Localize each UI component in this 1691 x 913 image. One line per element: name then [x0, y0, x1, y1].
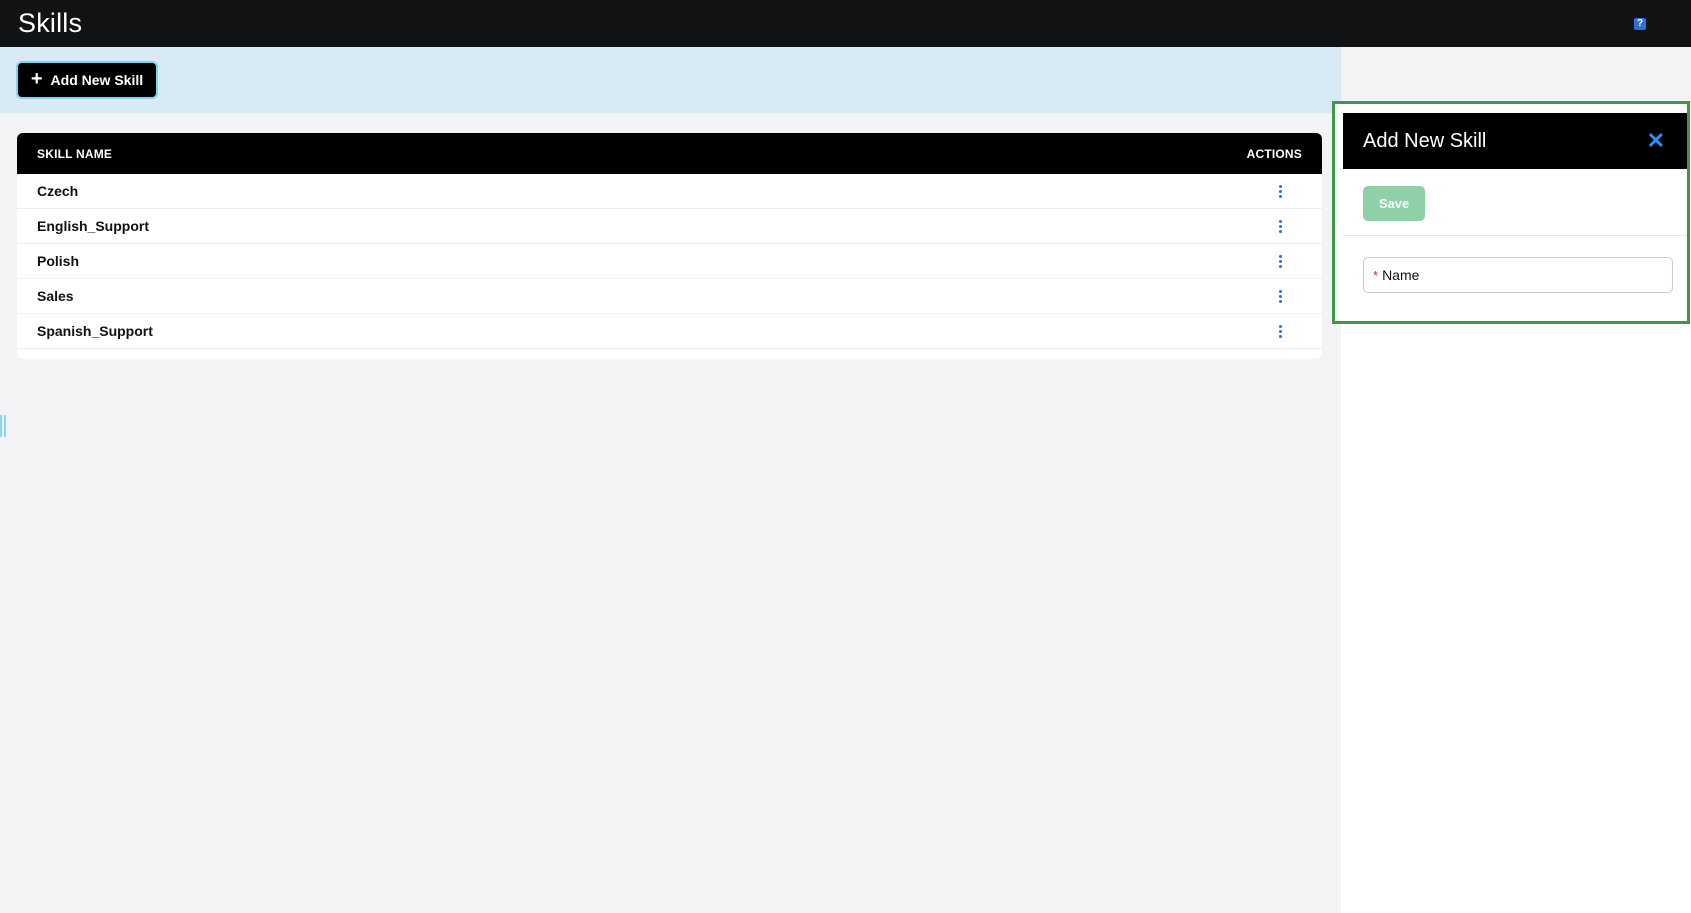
divider [1343, 235, 1687, 236]
add-skill-panel: Add New Skill ✕ Save * Name [1332, 101, 1690, 324]
row-actions-icon[interactable] [1270, 286, 1290, 306]
skill-name: Polish [37, 253, 80, 269]
table-header: SKILL NAME ACTIONS [17, 133, 1322, 174]
skill-name: Spanish_Support [37, 323, 153, 339]
close-icon[interactable]: ✕ [1647, 130, 1665, 152]
column-actions: ACTIONS [1246, 146, 1302, 161]
row-actions-icon[interactable] [1270, 251, 1290, 271]
help-icon[interactable]: ? [1634, 17, 1646, 30]
required-indicator: * [1373, 267, 1379, 283]
toolbar: + Add New Skill [0, 47, 1341, 113]
table-row[interactable]: Sales [17, 279, 1322, 314]
column-skill-name[interactable]: SKILL NAME [37, 147, 112, 161]
panel-header: Add New Skill ✕ [1343, 113, 1687, 169]
row-actions-icon[interactable] [1270, 181, 1290, 201]
panel-title: Add New Skill [1363, 129, 1487, 152]
skill-name: Czech [37, 183, 79, 199]
table-row[interactable]: Spanish_Support [17, 314, 1322, 349]
row-actions-icon[interactable] [1270, 216, 1290, 236]
table-row[interactable]: English_Support [17, 209, 1322, 244]
name-field-label: Name [1382, 267, 1420, 283]
table-row[interactable]: Polish [17, 244, 1322, 279]
skills-table: SKILL NAME ACTIONS Czech English_Support… [17, 133, 1322, 359]
row-actions-icon[interactable] [1270, 321, 1290, 341]
name-field[interactable]: * Name [1363, 257, 1673, 293]
table-row[interactable]: Czech [17, 174, 1322, 209]
add-new-skill-label: Add New Skill [50, 72, 144, 88]
skill-name: English_Support [37, 218, 149, 234]
top-bar: Skills ? [0, 0, 1691, 47]
add-new-skill-button[interactable]: + Add New Skill [16, 61, 158, 99]
collapse-handle-icon[interactable] [0, 415, 6, 437]
save-button[interactable]: Save [1363, 186, 1425, 221]
plus-icon: + [30, 68, 43, 90]
skill-name: Sales [37, 288, 74, 304]
page-title: Skills [18, 8, 83, 38]
